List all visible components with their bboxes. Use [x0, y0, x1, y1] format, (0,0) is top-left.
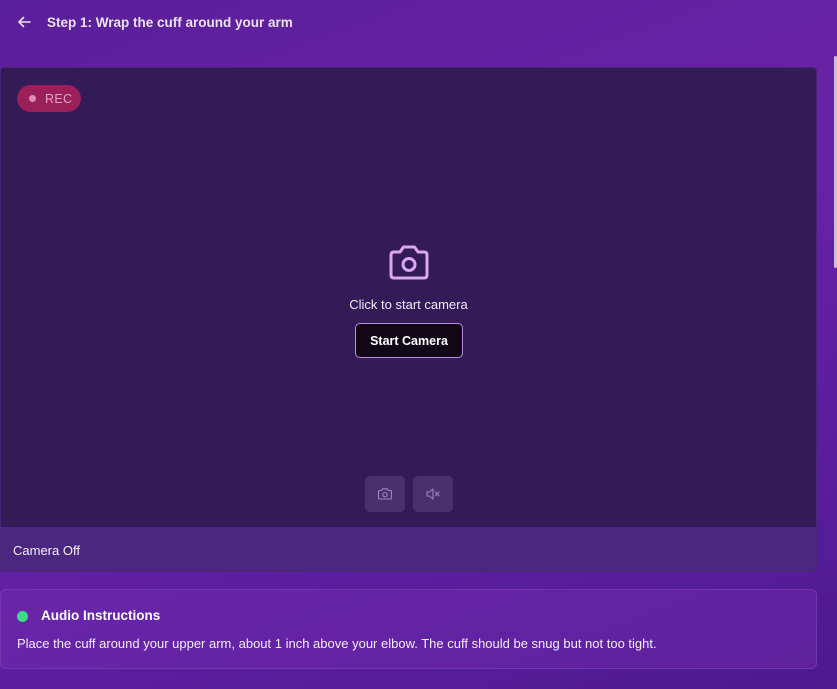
- camera-panel: REC Click to start camera Start Camera C…: [0, 67, 817, 572]
- audio-instruction-text: Place the cuff around your upper arm, ab…: [17, 636, 657, 651]
- rec-badge: REC: [17, 85, 81, 112]
- snapshot-button[interactable]: [365, 476, 405, 512]
- camera-icon: [389, 245, 429, 280]
- camera-icon: [377, 488, 393, 500]
- audio-instructions-card: Audio Instructions Place the cuff around…: [0, 589, 817, 669]
- arrow-left-icon: [18, 16, 31, 28]
- camera-status: Camera Off: [13, 542, 80, 558]
- camera-status-bar: Camera Off: [1, 527, 816, 571]
- start-camera-button[interactable]: Start Camera: [355, 323, 463, 358]
- camera-prompt: Click to start camera: [349, 297, 468, 312]
- camera-viewport[interactable]: REC Click to start camera Start Camera: [1, 68, 816, 527]
- rec-label: REC: [45, 91, 73, 106]
- page-title: Step 1: Wrap the cuff around your arm: [47, 15, 293, 30]
- speaker-muted-icon: [426, 488, 440, 500]
- rec-dot-icon: [29, 95, 36, 102]
- header: Step 1: Wrap the cuff around your arm: [0, 0, 837, 46]
- audio-status-dot-icon: [17, 611, 28, 622]
- mute-button[interactable]: [413, 476, 453, 512]
- audio-title: Audio Instructions: [41, 608, 161, 623]
- back-button[interactable]: [14, 12, 34, 32]
